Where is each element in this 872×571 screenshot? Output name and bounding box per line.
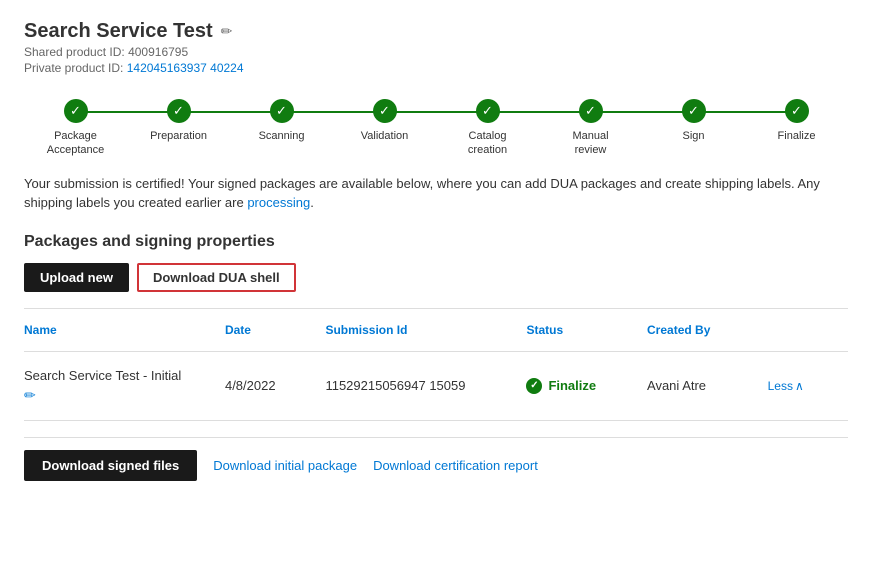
step-label-4: Validation bbox=[361, 129, 409, 143]
cell-date: 4/8/2022 bbox=[225, 378, 325, 393]
download-signed-files-button[interactable]: Download signed files bbox=[24, 450, 197, 481]
step-manual-review: ✓ Manual review bbox=[539, 99, 642, 158]
download-initial-package-link[interactable]: Download initial package bbox=[213, 458, 357, 473]
processing-link[interactable]: processing bbox=[247, 195, 310, 210]
step-catalog-creation: ✓ Catalog creation bbox=[436, 99, 539, 158]
cell-name: Search Service Test - Initial ✏ bbox=[24, 368, 225, 404]
step-label-3: Scanning bbox=[259, 129, 305, 143]
edit-title-icon[interactable]: ✏ bbox=[221, 23, 233, 40]
step-circle-2: ✓ bbox=[167, 99, 191, 123]
private-product-id: Private product ID: 142045163937 40224 bbox=[24, 61, 848, 75]
step-circle-5: ✓ bbox=[476, 99, 500, 123]
chevron-up-icon: ∧ bbox=[795, 379, 804, 393]
page-title-row: Search Service Test ✏ bbox=[24, 20, 848, 43]
table-divider-bottom bbox=[24, 420, 848, 421]
col-status: Status bbox=[526, 323, 647, 337]
download-dua-button[interactable]: Download DUA shell bbox=[137, 263, 296, 292]
step-circle-1: ✓ bbox=[64, 99, 88, 123]
row-edit-icon[interactable]: ✏ bbox=[24, 387, 225, 404]
step-label-2: Preparation bbox=[150, 129, 207, 143]
download-certification-report-link[interactable]: Download certification report bbox=[373, 458, 538, 473]
cell-status: ✓ Finalize bbox=[526, 378, 647, 394]
progress-stepper: ✓ Package Acceptance ✓ Preparation ✓ Sca… bbox=[24, 99, 848, 158]
step-package-acceptance: ✓ Package Acceptance bbox=[24, 99, 127, 158]
table-divider-header bbox=[24, 351, 848, 352]
col-action bbox=[768, 323, 848, 337]
col-date: Date bbox=[225, 323, 325, 337]
step-preparation: ✓ Preparation bbox=[127, 99, 230, 143]
step-validation: ✓ Validation bbox=[333, 99, 436, 143]
step-circle-3: ✓ bbox=[270, 99, 294, 123]
step-circle-4: ✓ bbox=[373, 99, 397, 123]
table-divider-top bbox=[24, 308, 848, 309]
step-label-6: Manual review bbox=[556, 129, 626, 158]
upload-new-button[interactable]: Upload new bbox=[24, 263, 129, 292]
step-circle-8: ✓ bbox=[785, 99, 809, 123]
table-row: Search Service Test - Initial ✏ 4/8/2022… bbox=[24, 360, 848, 412]
section-title: Packages and signing properties bbox=[24, 233, 848, 251]
step-label-5: Catalog creation bbox=[453, 129, 523, 158]
step-label-7: Sign bbox=[682, 129, 704, 143]
table-header: Name Date Submission Id Status Created B… bbox=[24, 317, 848, 343]
step-circle-6: ✓ bbox=[579, 99, 603, 123]
certification-message: Your submission is certified! Your signe… bbox=[24, 174, 848, 213]
bottom-action-bar: Download signed files Download initial p… bbox=[24, 437, 848, 481]
shared-product-id: Shared product ID: 400916795 bbox=[24, 45, 848, 59]
page-title: Search Service Test bbox=[24, 20, 213, 43]
step-finalize: ✓ Finalize bbox=[745, 99, 848, 143]
step-sign: ✓ Sign bbox=[642, 99, 745, 143]
col-name: Name bbox=[24, 323, 225, 337]
status-check-icon: ✓ bbox=[526, 378, 542, 394]
col-submission-id: Submission Id bbox=[325, 323, 526, 337]
cell-less[interactable]: Less ∧ bbox=[768, 379, 848, 393]
toolbar: Upload new Download DUA shell bbox=[24, 263, 848, 292]
step-label-8: Finalize bbox=[778, 129, 816, 143]
cell-submission-id: 11529215056947 15059 bbox=[325, 378, 526, 393]
step-circle-7: ✓ bbox=[682, 99, 706, 123]
col-created-by: Created By bbox=[647, 323, 768, 337]
step-label-1: Package Acceptance bbox=[41, 129, 111, 158]
cell-created-by: Avani Atre bbox=[647, 378, 768, 393]
step-scanning: ✓ Scanning bbox=[230, 99, 333, 143]
